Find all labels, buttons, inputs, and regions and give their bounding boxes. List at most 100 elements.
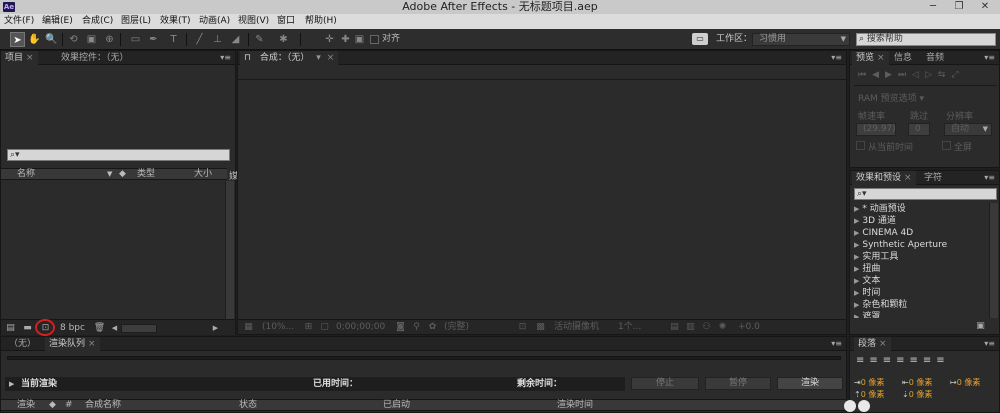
col-render-time[interactable]: 渲染时间	[557, 400, 593, 411]
col-type[interactable]: 类型	[137, 169, 155, 180]
tab-preview[interactable]: 预览 ×	[852, 51, 889, 65]
panel-menu-icon[interactable]: ▾≡	[984, 171, 995, 185]
scroll-right-icon[interactable]: ▶	[209, 323, 222, 334]
list-item[interactable]: ▶ Synthetic Aperture	[854, 239, 947, 251]
list-item[interactable]: ▶ 时间	[854, 287, 880, 299]
views-layout-dropdown[interactable]: 1个...	[618, 322, 641, 333]
fullscreen-checkbox[interactable]	[942, 141, 951, 150]
indent-first-line-field[interactable]: ↦0 像素	[950, 377, 980, 388]
text-tool-icon[interactable]: T	[166, 32, 181, 47]
list-item[interactable]: ▶ 杂色和颗粒	[854, 299, 907, 311]
tab-render-queue[interactable]: 渲染队列 ×	[45, 337, 100, 351]
list-item[interactable]: ▶ CINEMA 4D	[854, 227, 913, 239]
project-scrollbar[interactable]	[225, 181, 234, 319]
project-search-input[interactable]: ⌕▾	[7, 149, 230, 161]
col-size[interactable]: 大小	[194, 169, 212, 180]
ram-preview-options[interactable]: RAM 预览选项 ▾	[858, 91, 924, 104]
rotate-tool-icon[interactable]: ⟲	[66, 32, 81, 47]
panel-menu-icon[interactable]: ▾≡	[984, 337, 995, 351]
col-number[interactable]: #	[65, 400, 73, 411]
alignment-buttons[interactable]: ≡≡≡≡≡≡≡	[856, 355, 950, 366]
roi-icon[interactable]: ⊡	[516, 322, 529, 333]
close-button[interactable]: ✕	[972, 0, 998, 14]
zoom-tool-icon[interactable]: 🔍	[44, 32, 59, 47]
menu-layer[interactable]: 图层(L)	[121, 14, 151, 29]
col-render[interactable]: 渲染	[17, 400, 35, 411]
list-item[interactable]: ▶ * 动画预设	[854, 203, 906, 215]
horizontal-scrollbar[interactable]	[121, 324, 157, 333]
grid-icon[interactable]: ▢	[318, 322, 331, 333]
clone-stamp-tool-icon[interactable]: ⊥	[210, 32, 225, 47]
safe-margins-icon[interactable]: ⊞	[302, 322, 315, 333]
menu-file[interactable]: 文件(F)	[4, 14, 34, 29]
menu-edit[interactable]: 编辑(E)	[42, 14, 73, 29]
exposure-icon[interactable]: ✺	[716, 322, 729, 333]
minimize-button[interactable]: ─	[920, 0, 946, 14]
tab-project[interactable]: 项目 ×	[1, 51, 38, 65]
selection-tool-icon[interactable]: ➤	[10, 32, 25, 47]
list-item[interactable]: ▶ 遮罩	[854, 311, 880, 318]
fast-preview-icon[interactable]: ▤	[668, 322, 681, 333]
trash-icon[interactable]: 🗑	[93, 323, 106, 334]
mask-tool-icon[interactable]: ▭	[128, 32, 143, 47]
flowchart-icon[interactable]: ⚇	[700, 322, 713, 333]
always-preview-icon[interactable]: ▦	[242, 322, 255, 333]
timecode[interactable]: 0;00;00;00	[336, 322, 385, 333]
tab-effect-controls[interactable]: 效果控件：（无）	[57, 51, 133, 65]
axis-mode-world-icon[interactable]: ✚	[338, 32, 353, 47]
tab-timeline-none[interactable]: （无）	[5, 337, 40, 351]
col-comp-name[interactable]: 合成名称	[85, 400, 121, 411]
tab-audio[interactable]: 音频	[922, 51, 948, 65]
axis-mode-view-icon[interactable]: ▣	[352, 32, 367, 47]
new-preset-icon[interactable]: ▣	[974, 321, 987, 332]
resolution-dropdown[interactable]: (完整)	[444, 322, 469, 333]
menu-composition[interactable]: 合成(C)	[82, 14, 113, 29]
panel-menu-icon[interactable]: ▾≡	[220, 51, 231, 65]
puppet-tool-icon[interactable]: ✱	[276, 32, 291, 47]
list-item[interactable]: ▶ 文本	[854, 275, 880, 287]
playback-controls[interactable]: ⏮◀▶⏭◁▷⇆⤢	[858, 70, 965, 80]
tab-effects-presets[interactable]: 效果和预设 ×	[852, 171, 916, 185]
menu-animation[interactable]: 动画(A)	[199, 14, 230, 29]
interpret-footage-icon[interactable]: ▤	[4, 323, 17, 334]
col-name[interactable]: 名称	[17, 169, 35, 180]
axis-mode-local-icon[interactable]: ✛	[322, 32, 337, 47]
tab-composition[interactable]: ⊓ 合成：（无） ▾ ×	[240, 51, 339, 65]
scroll-left-icon[interactable]: ◀	[108, 323, 121, 334]
snapshot-icon[interactable]: ◙	[394, 322, 407, 333]
camera-view-dropdown[interactable]: 活动摄像机	[554, 322, 599, 333]
tab-info[interactable]: 信息	[890, 51, 916, 65]
bpc-label[interactable]: 8 bpc	[60, 322, 85, 334]
resolution-dropdown[interactable]: 自动 ▼	[944, 123, 992, 136]
eraser-tool-icon[interactable]: ◢	[228, 32, 243, 47]
hand-tool-icon[interactable]: ✋	[27, 32, 42, 47]
list-item[interactable]: ▶ 实用工具	[854, 251, 898, 263]
effects-search-input[interactable]: ⌕▾	[854, 188, 997, 200]
workspace-icon[interactable]: ▭	[692, 33, 708, 45]
restore-button[interactable]: ❐	[946, 0, 972, 14]
channel-icon[interactable]: ✿	[426, 322, 439, 333]
space-after-field[interactable]: ⇣0 像素	[902, 389, 932, 400]
tab-character[interactable]: 字符	[920, 171, 946, 185]
indent-right-field[interactable]: ⇤0 像素	[902, 377, 932, 388]
pen-tool-icon[interactable]: ✒	[146, 32, 161, 47]
pan-behind-tool-icon[interactable]: ⊕	[102, 32, 117, 47]
effects-scrollbar[interactable]	[989, 203, 998, 318]
panel-menu-icon[interactable]: ▾≡	[831, 51, 842, 65]
transparency-grid-icon[interactable]: ▩	[534, 322, 547, 333]
roto-brush-tool-icon[interactable]: ✎	[252, 32, 267, 47]
col-status[interactable]: 状态	[239, 400, 257, 411]
workspace-dropdown[interactable]: 习惯用 ▼	[752, 33, 850, 46]
indent-left-field[interactable]: ⇥0 像素	[854, 377, 884, 388]
timeline-icon[interactable]: ▥	[684, 322, 697, 333]
menu-help[interactable]: 帮助(H)	[305, 14, 337, 29]
menu-view[interactable]: 视图(V)	[238, 14, 269, 29]
skip-input[interactable]: 0	[908, 123, 930, 136]
exposure-value[interactable]: +0.0	[738, 322, 760, 333]
list-item[interactable]: ▶ 3D 通道	[854, 215, 896, 227]
list-item[interactable]: ▶ 扭曲	[854, 263, 880, 275]
tab-paragraph[interactable]: 段落 ×	[854, 337, 891, 351]
new-folder-icon[interactable]: ▬	[21, 323, 34, 334]
snap-checkbox[interactable]	[370, 35, 379, 44]
pause-button[interactable]: 暂停	[705, 377, 771, 390]
